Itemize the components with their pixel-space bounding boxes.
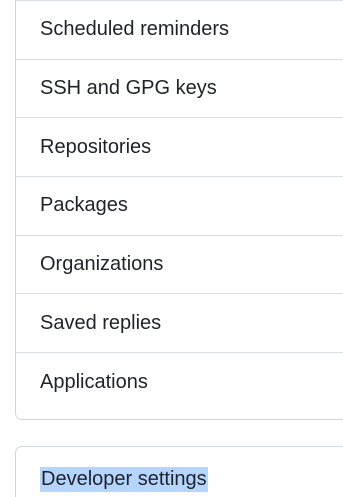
menu-item-label: Saved replies bbox=[40, 311, 162, 334]
menu-item-label: SSH and GPG keys bbox=[40, 77, 217, 100]
menu-item-applications[interactable]: Applications bbox=[16, 353, 343, 412]
menu-item-developer-settings[interactable]: Developer settings bbox=[16, 447, 343, 497]
menu-item-organizations[interactable]: Organizations bbox=[16, 236, 343, 295]
menu-item-repositories[interactable]: Repositories bbox=[16, 118, 343, 178]
menu-item-ssh-gpg-keys[interactable]: SSH and GPG keys bbox=[16, 60, 343, 119]
menu-item-saved-replies[interactable]: Saved replies bbox=[16, 294, 343, 354]
settings-menu: Scheduled reminders SSH and GPG keys Rep… bbox=[15, 0, 343, 420]
menu-item-label: Repositories bbox=[40, 135, 152, 158]
menu-item-packages[interactable]: Packages bbox=[16, 177, 343, 236]
menu-item-label: Applications bbox=[40, 370, 148, 393]
settings-sidebar: Scheduled reminders SSH and GPG keys Rep… bbox=[0, 0, 343, 497]
developer-menu: Developer settings bbox=[15, 446, 343, 497]
menu-item-label: Scheduled reminders bbox=[40, 18, 229, 41]
menu-item-label: Organizations bbox=[40, 253, 164, 276]
menu-item-label: Packages bbox=[40, 194, 128, 217]
menu-item-scheduled-reminders[interactable]: Scheduled reminders bbox=[16, 1, 343, 60]
menu-item-label-selected: Developer settings bbox=[40, 466, 208, 492]
